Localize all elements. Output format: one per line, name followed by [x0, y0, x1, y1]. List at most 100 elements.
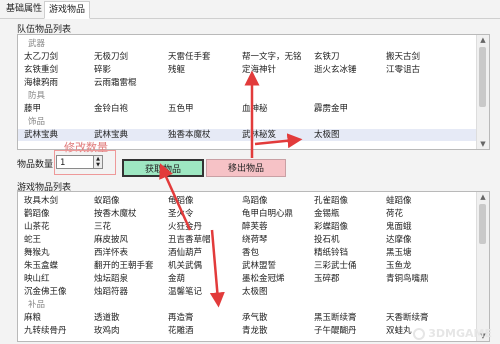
list-item[interactable]: 玄铁重剑	[24, 64, 58, 76]
list-row[interactable]: 山茶花 三花 火狂金丹 醉芙蓉 彩蝶蹈像 鬼面蛾	[18, 221, 489, 233]
list-item[interactable]: 残躯	[168, 64, 185, 76]
list-row[interactable]: 玫具木剑 蚁蹈像 龟蹈像 鸟蹈像 孔雀蹈像 蛙蹈像	[18, 195, 489, 207]
list-item[interactable]: 沉金佛王像	[24, 286, 67, 298]
list-item[interactable]: 搬天古剑	[386, 51, 420, 63]
list-item[interactable]: 玉鱼龙	[386, 260, 412, 272]
list-item[interactable]: 烛坛蹈泉	[94, 273, 128, 285]
list-item[interactable]: 江零诅古	[386, 64, 420, 76]
list-item[interactable]: 龟甲白明心鼎	[242, 208, 293, 220]
list-item[interactable]: 三花	[94, 221, 111, 233]
team-list-scrollbar[interactable]: ▲ ▼	[476, 35, 489, 149]
list-item[interactable]: 太乙刀剑	[24, 51, 58, 63]
list-item[interactable]: 蛙蹈像	[386, 195, 412, 207]
scroll-thumb[interactable]	[479, 47, 486, 107]
list-row[interactable]: 沉金佛王像 烛蹈符器 温馨笔记 太极图	[18, 286, 489, 298]
scroll-thumb[interactable]	[479, 204, 486, 244]
list-item[interactable]: 武林盟誓	[242, 260, 276, 272]
list-item[interactable]: 丑吉香草帽	[168, 234, 211, 246]
list-item[interactable]: 天香断续膏	[386, 312, 429, 324]
team-items-list[interactable]: 武林宝典 武林宝典 独香本魔杖 武林秘笈 太极图 饰品 藤甲 金铃白袍 五色甲 血神秘 霹雳金甲 防具…	[17, 34, 490, 150]
tab-game-items[interactable]: 游戏物品	[44, 1, 91, 19]
list-row[interactable]: 海棣鸦雨 云雨霜雷棍	[18, 77, 489, 89]
list-item[interactable]: 三彩武士俑	[314, 260, 357, 272]
scroll-down-icon[interactable]: ▼	[477, 139, 489, 149]
list-row[interactable]: 映山红 烛坛蹈泉 金葫 墨松金冠烯 玉碎郡 青铜鸟嘴鼎	[18, 273, 489, 285]
list-item[interactable]: 翻开的王朝手套	[94, 260, 154, 272]
list-item[interactable]: 舞猴丸	[24, 247, 50, 259]
list-row[interactable]: 玄铁重剑 碎影 残躯 定海神针 逝火玄冰锤 江零诅古	[18, 64, 489, 76]
game-items-list[interactable]: 九转续骨丹 玫鸡肉 花雕酒 青龙散 子午醍醐丹 双蛙丸 麻粮 透道散 再造膏 承气散 黑玉断续膏 天香…	[17, 191, 490, 342]
list-item[interactable]: 鹳蹈像	[24, 208, 50, 220]
list-item[interactable]: 绕荷琴	[242, 234, 268, 246]
list-item[interactable]: 云雨霜雷棍	[94, 77, 137, 89]
list-item[interactable]: 烛蹈符器	[94, 286, 128, 298]
list-item[interactable]: 蚁蹈像	[94, 195, 120, 207]
list-item[interactable]: 藤甲	[24, 103, 41, 115]
game-list-scrollbar[interactable]: ▲ ▼	[476, 192, 489, 341]
list-item[interactable]: 玫鸡肉	[94, 325, 120, 337]
list-item[interactable]: 龟蹈像	[168, 195, 194, 207]
list-item[interactable]: 香包	[242, 247, 259, 259]
list-item[interactable]: 蛇王	[24, 234, 41, 246]
list-item[interactable]: 双蛙丸	[386, 325, 412, 337]
list-item[interactable]: 太极图	[242, 286, 268, 298]
list-item[interactable]: 碎影	[94, 64, 111, 76]
list-item[interactable]: 武林宝典	[24, 129, 58, 141]
get-item-button[interactable]: 获取物品	[122, 159, 204, 177]
list-item[interactable]: 海棣鸦雨	[24, 77, 58, 89]
list-item[interactable]: 机关武偶	[168, 260, 202, 272]
list-item[interactable]: 温馨笔记	[168, 286, 202, 298]
list-item[interactable]: 青龙散	[242, 325, 268, 337]
list-item[interactable]: 青铜鸟嘴鼎	[386, 273, 429, 285]
list-item[interactable]: 醉芙蓉	[242, 221, 268, 233]
list-item[interactable]: 花雕酒	[168, 325, 194, 337]
list-item[interactable]: 玄铁刀	[314, 51, 340, 63]
list-item[interactable]: 玫具木剑	[24, 195, 58, 207]
list-row[interactable]: 舞猴丸 西洋怀表 酒仙葫芦 香包 精纸铃铛 黑玉塘	[18, 247, 489, 259]
list-item[interactable]: 太极图	[314, 129, 340, 141]
list-item[interactable]: 彩蝶蹈像	[314, 221, 348, 233]
list-item[interactable]: 独香本魔杖	[168, 129, 211, 141]
list-item[interactable]: 帮一文字，无铭	[242, 51, 302, 63]
list-row[interactable]: 朱玉盒蝶 翻开的王朝手套 机关武偶 武林盟誓 三彩武士俑 玉鱼龙	[18, 260, 489, 272]
list-item[interactable]: 按香木魔杖	[94, 208, 137, 220]
list-item[interactable]: 鬼面蛾	[386, 221, 412, 233]
list-item[interactable]: 鸟蹈像	[242, 195, 268, 207]
list-item[interactable]: 金葫	[168, 273, 185, 285]
list-item[interactable]: 子午醍醐丹	[314, 325, 357, 337]
list-item[interactable]: 荷花	[386, 208, 403, 220]
remove-item-button[interactable]: 移出物品	[206, 159, 286, 177]
list-item[interactable]: 精纸铃铛	[314, 247, 348, 259]
list-item[interactable]: 五色甲	[168, 103, 194, 115]
scroll-up-icon[interactable]: ▲	[477, 192, 489, 202]
list-item[interactable]: 圣火令	[168, 208, 194, 220]
list-item[interactable]: 金铃白袍	[94, 103, 128, 115]
list-item[interactable]: 逝火玄冰锤	[314, 64, 357, 76]
list-item[interactable]: 无极刀剑	[94, 51, 128, 63]
list-row[interactable]: 鹳蹈像 按香木魔杖 圣火令 龟甲白明心鼎 金锡瓶 荷花	[18, 208, 489, 220]
list-item[interactable]: 透道散	[94, 312, 120, 324]
list-item[interactable]: 墨松金冠烯	[242, 273, 285, 285]
list-item[interactable]: 达摩像	[386, 234, 412, 246]
list-item[interactable]: 玉碎郡	[314, 273, 340, 285]
list-item[interactable]: 酒仙葫芦	[168, 247, 202, 259]
list-item[interactable]: 黑玉断续膏	[314, 312, 357, 324]
list-item[interactable]: 火狂金丹	[168, 221, 202, 233]
list-item[interactable]: 天雷任手套	[168, 51, 211, 63]
list-item[interactable]: 麻粮	[24, 312, 41, 324]
list-row[interactable]: 藤甲 金铃白袍 五色甲 血神秘 霹雳金甲	[18, 103, 489, 115]
list-item[interactable]: 投石机	[314, 234, 340, 246]
list-item[interactable]: 承气散	[242, 312, 268, 324]
list-row[interactable]: 蛇王 麻皮披风 丑吉香草帽 绕荷琴 投石机 达摩像	[18, 234, 489, 246]
list-item[interactable]: 定海神针	[242, 64, 276, 76]
list-item[interactable]: 九转续骨丹	[24, 325, 67, 337]
scroll-up-icon[interactable]: ▲	[477, 35, 489, 45]
list-item[interactable]: 霹雳金甲	[314, 103, 348, 115]
list-item[interactable]: 武林秘笈	[242, 129, 276, 141]
list-row[interactable]: 麻粮 透道散 再造膏 承气散 黑玉断续膏 天香断续膏	[18, 312, 489, 324]
list-item[interactable]: 朱玉盒蝶	[24, 260, 58, 272]
list-item[interactable]: 血神秘	[242, 103, 268, 115]
list-item[interactable]: 金锡瓶	[314, 208, 340, 220]
list-item[interactable]: 映山红	[24, 273, 50, 285]
list-row[interactable]: 太乙刀剑 无极刀剑 天雷任手套 帮一文字，无铭 玄铁刀 搬天古剑	[18, 51, 489, 63]
